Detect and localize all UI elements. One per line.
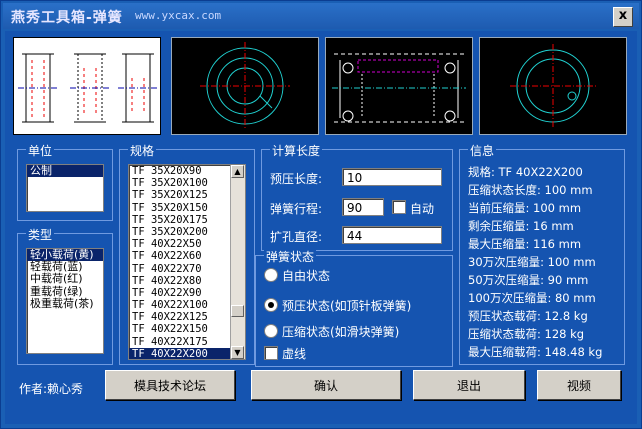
stroke-input[interactable]: 90 bbox=[342, 198, 384, 216]
spec-item-selected[interactable]: TF 40X22X200 bbox=[129, 347, 245, 359]
info-line: 最大压缩量: 116 mm bbox=[468, 237, 582, 251]
spec-item[interactable]: TF 35X20X90 bbox=[129, 165, 245, 177]
info-line: 压缩状态载荷: 128 kg bbox=[468, 327, 585, 341]
calc-length-group: 计算长度 预压长度: 10 弹簧行程: 90 自动 扩孔直径: 44 bbox=[261, 142, 453, 251]
window-title-url: www.yxcax.com bbox=[135, 9, 222, 22]
info-line: 剩余压缩量: 16 mm bbox=[468, 219, 574, 233]
spec-group: 规格 TF 35X20X90 TF 35X20X100 TF 35X20X125… bbox=[119, 142, 255, 365]
spring-state-group: 弹簧状态 自由状态 预压状态(如顶针板弹簧) 压缩状态(如滑块弹簧) 虚线 bbox=[255, 248, 453, 367]
state-option-free: 自由状态 bbox=[282, 269, 331, 283]
title-bar[interactable]: 燕秀工具箱-弹簧 www.yxcax.com x bbox=[3, 3, 639, 29]
confirm-button[interactable]: 确认 bbox=[251, 370, 401, 400]
close-button[interactable]: x bbox=[613, 7, 633, 27]
spec-item[interactable]: TF 35X20X125 bbox=[129, 189, 245, 201]
type-item[interactable]: 极重载荷(茶) bbox=[27, 297, 103, 310]
spec-item[interactable]: TF 40X22X175 bbox=[129, 336, 245, 348]
type-group: 类型 轻小载荷(黄) 轻载荷(蓝) 中载荷(红) 重载荷(绿) 极重载荷(茶) bbox=[17, 226, 113, 365]
spring-assembly-drawing bbox=[332, 53, 466, 123]
spec-item[interactable]: TF 40X22X70 bbox=[129, 263, 245, 275]
stroke-label: 弹簧行程: bbox=[270, 202, 323, 216]
window-title: 燕秀工具箱-弹簧 bbox=[11, 10, 123, 26]
spec-item[interactable]: TF 35X20X175 bbox=[129, 214, 245, 226]
spring-end-drawing bbox=[510, 44, 596, 128]
info-line: 50万次压缩量: 90 mm bbox=[468, 273, 589, 287]
spec-item[interactable]: TF 35X20X150 bbox=[129, 202, 245, 214]
spec-item[interactable]: TF 40X22X150 bbox=[129, 323, 245, 335]
unit-group: 单位 公制 bbox=[17, 142, 113, 221]
info-line: 最大压缩载荷: 148.48 kg bbox=[468, 345, 603, 359]
exit-button[interactable]: 退出 bbox=[413, 370, 525, 400]
preview-end-view bbox=[479, 37, 627, 135]
type-listbox[interactable]: 轻小载荷(黄) 轻载荷(蓝) 中载荷(红) 重载荷(绿) 极重载荷(茶) bbox=[26, 248, 104, 354]
spec-item[interactable]: TF 40X22X50 bbox=[129, 238, 245, 250]
spec-item[interactable]: TF 40X22X60 bbox=[129, 250, 245, 262]
spec-scrollbar[interactable]: ▲ ▼ bbox=[230, 165, 245, 359]
spring-top-drawing bbox=[200, 42, 290, 130]
spec-item[interactable]: TF 35X20X200 bbox=[129, 226, 245, 238]
spring-tool-window: 燕秀工具箱-弹簧 www.yxcax.com x 单位 公制 类型 轻小载荷(黄… bbox=[0, 0, 642, 429]
state-radio-compressed[interactable] bbox=[264, 324, 278, 338]
forum-button[interactable]: 模具技术论坛 bbox=[105, 370, 235, 400]
spring-state-label: 弹簧状态 bbox=[264, 248, 317, 265]
spec-list-items: TF 35X20X90 TF 35X20X100 TF 35X20X125 TF… bbox=[129, 165, 245, 359]
spec-group-label: 规格 bbox=[128, 142, 157, 159]
scroll-up-icon[interactable]: ▲ bbox=[231, 165, 244, 178]
type-item[interactable]: 中载荷(红) bbox=[27, 273, 103, 285]
info-group-label: 信息 bbox=[468, 142, 497, 159]
state-option-compressed: 压缩状态(如滑块弹簧) bbox=[282, 325, 400, 339]
bore-label: 扩孔直径: bbox=[270, 230, 323, 244]
info-group: 信息 规格: TF 40X22X200 压缩状态长度: 100 mm 当前压缩量… bbox=[459, 142, 625, 365]
auto-label: 自动 bbox=[410, 202, 435, 216]
unit-listbox[interactable]: 公制 bbox=[26, 164, 104, 212]
video-button[interactable]: 视频 bbox=[537, 370, 621, 400]
type-item[interactable]: 重载荷(绿) bbox=[27, 285, 103, 298]
info-line: 规格: TF 40X22X200 bbox=[468, 165, 583, 179]
preload-label: 预压长度: bbox=[270, 172, 323, 186]
info-line: 预压状态载荷: 12.8 kg bbox=[468, 309, 588, 323]
client-area: 单位 公制 类型 轻小载荷(黄) 轻载荷(蓝) 中载荷(红) 重载荷(绿) 极重… bbox=[5, 31, 637, 424]
type-group-label: 类型 bbox=[26, 226, 55, 243]
spring-side-drawing bbox=[18, 53, 158, 123]
preview-side-view bbox=[13, 37, 161, 135]
scroll-down-icon[interactable]: ▼ bbox=[231, 346, 244, 359]
unit-group-label: 单位 bbox=[26, 142, 55, 159]
state-option-preload: 预压状态(如顶针板弹簧) bbox=[282, 299, 412, 313]
bore-input[interactable]: 44 bbox=[342, 226, 442, 244]
spec-listbox[interactable]: TF 35X20X90 TF 35X20X100 TF 35X20X125 TF… bbox=[128, 164, 246, 360]
preview-top-view bbox=[171, 37, 319, 135]
info-line: 100万次压缩量: 80 mm bbox=[468, 291, 596, 305]
author-label: 作者:赖心秀 bbox=[19, 382, 84, 396]
spec-item[interactable]: TF 40X22X80 bbox=[129, 275, 245, 287]
spec-item[interactable]: TF 40X22X100 bbox=[129, 299, 245, 311]
info-line: 当前压缩量: 100 mm bbox=[468, 201, 582, 215]
unit-item-metric[interactable]: 公制 bbox=[27, 165, 103, 178]
spec-item[interactable]: TF 35X20X100 bbox=[129, 177, 245, 189]
preload-input[interactable]: 10 bbox=[342, 168, 442, 186]
spec-item[interactable]: TF 40X22X90 bbox=[129, 287, 245, 299]
auto-checkbox[interactable] bbox=[392, 200, 406, 214]
spec-item[interactable]: TF 40X22X125 bbox=[129, 311, 245, 323]
info-line: 压缩状态长度: 100 mm bbox=[468, 183, 593, 197]
dashed-checkbox[interactable] bbox=[264, 346, 278, 360]
state-radio-free[interactable] bbox=[264, 268, 278, 282]
info-line: 30万次压缩量: 100 mm bbox=[468, 255, 596, 269]
calc-length-label: 计算长度 bbox=[270, 142, 323, 159]
scroll-thumb[interactable] bbox=[231, 305, 244, 317]
state-radio-preload[interactable] bbox=[264, 298, 278, 312]
dashed-label: 虚线 bbox=[282, 347, 307, 361]
preview-assembly-view bbox=[325, 37, 473, 135]
